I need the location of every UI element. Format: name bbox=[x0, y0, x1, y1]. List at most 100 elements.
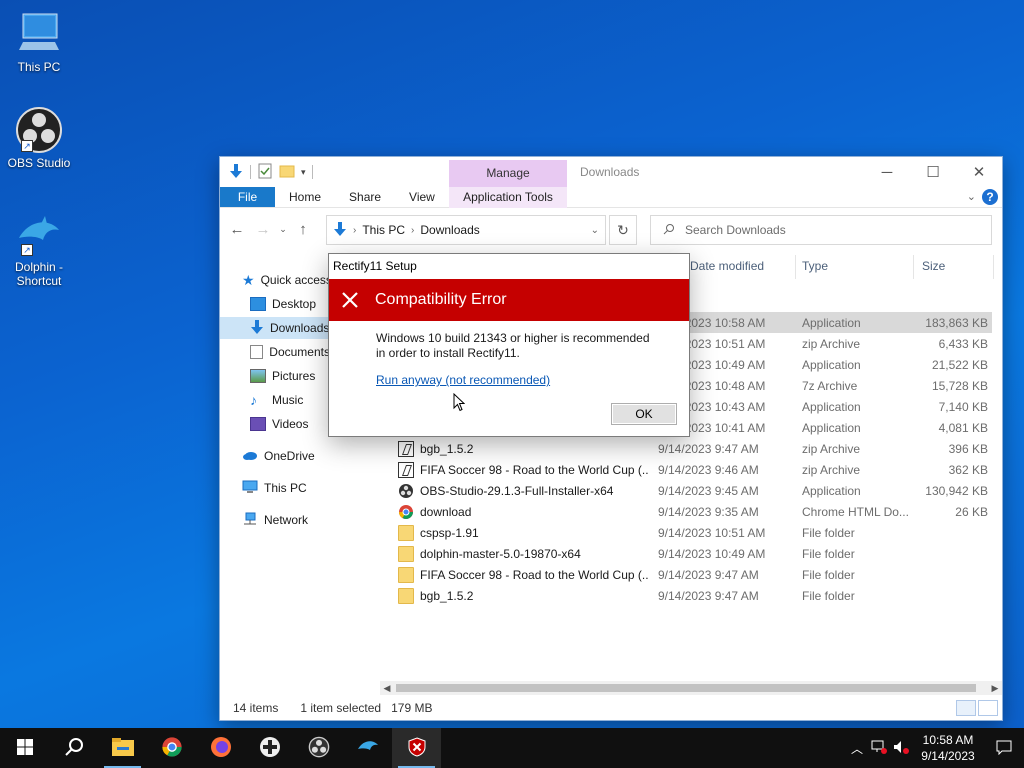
star-icon: ★ bbox=[242, 271, 255, 288]
taskbar-file-explorer[interactable] bbox=[98, 728, 147, 768]
tab-view[interactable]: View bbox=[395, 187, 449, 207]
network-icon bbox=[242, 512, 258, 529]
start-button[interactable] bbox=[0, 728, 49, 768]
down-arrow-icon[interactable] bbox=[228, 163, 244, 182]
tab-manage[interactable]: Manage bbox=[449, 160, 567, 187]
table-row[interactable]: download 9/14/2023 9:35 AM Chrome HTML D… bbox=[392, 501, 992, 522]
gamepad-icon bbox=[259, 736, 281, 761]
search-button[interactable] bbox=[49, 728, 98, 768]
window-controls: ─ ☐ ✕ bbox=[864, 157, 1002, 187]
dialog-body: Windows 10 build 21343 or higher is reco… bbox=[329, 321, 659, 388]
view-toggle bbox=[956, 700, 998, 716]
obs-studio-icon bbox=[308, 736, 330, 761]
show-hidden-icons-icon[interactable]: ︿ bbox=[846, 740, 868, 757]
expand-ribbon-icon[interactable]: ⌄ bbox=[967, 190, 976, 203]
breadcrumb-downloads[interactable]: Downloads bbox=[420, 223, 479, 237]
address-bar[interactable]: › This PC › Downloads ⌄ bbox=[326, 215, 606, 245]
properties-icon[interactable] bbox=[257, 163, 273, 182]
desktop-icon-label: OBS Studio bbox=[7, 156, 71, 170]
minimize-icon[interactable]: ─ bbox=[864, 157, 910, 187]
nav-music[interactable]: ♪ Music bbox=[250, 389, 303, 411]
column-header-size[interactable]: Size bbox=[922, 257, 945, 279]
computer-icon bbox=[242, 480, 258, 497]
shortcut-arrow-icon: ↗ bbox=[21, 140, 33, 152]
desktop-icon-obs-studio[interactable]: ↗ OBS Studio bbox=[1, 106, 77, 170]
taskbar: ︿ 10:58 AM 9/14/2023 bbox=[0, 728, 1024, 768]
table-row[interactable]: cspsp-1.91 9/14/2023 10:51 AM File folde… bbox=[392, 522, 992, 543]
clock-date: 9/14/2023 bbox=[921, 749, 975, 763]
table-row[interactable]: FIFA Soccer 98 - Road to the World Cup (… bbox=[392, 564, 992, 585]
search-input[interactable]: Search Downloads bbox=[650, 215, 992, 245]
chrome-icon bbox=[161, 736, 183, 761]
taskbar-gamepad-app[interactable] bbox=[245, 728, 294, 768]
volume-muted-icon[interactable] bbox=[890, 740, 912, 757]
status-bar: 14 items 1 item selected 179 MB bbox=[220, 696, 1002, 720]
nav-pictures[interactable]: Pictures bbox=[250, 365, 315, 387]
back-icon[interactable]: ← bbox=[226, 221, 248, 238]
scrollbar-thumb[interactable] bbox=[396, 684, 976, 692]
nav-this-pc[interactable]: This PC bbox=[242, 477, 307, 499]
nav-quick-access[interactable]: ★ Quick access bbox=[242, 269, 332, 291]
ok-button[interactable]: OK bbox=[611, 403, 677, 425]
breadcrumb-separator-icon: › bbox=[353, 224, 357, 236]
help-icon[interactable]: ? bbox=[982, 189, 998, 205]
address-dropdown-icon[interactable]: ⌄ bbox=[591, 225, 599, 236]
nav-network[interactable]: Network bbox=[242, 509, 308, 531]
dialog-message: Windows 10 build 21343 or higher is reco… bbox=[376, 331, 650, 360]
nav-desktop[interactable]: Desktop bbox=[250, 293, 316, 315]
horizontal-scrollbar[interactable]: ◀ ▶ bbox=[380, 681, 1002, 695]
taskbar-chrome[interactable] bbox=[147, 728, 196, 768]
rectify11-icon bbox=[407, 736, 427, 760]
tab-application-tools[interactable]: Application Tools bbox=[449, 187, 567, 208]
tab-share[interactable]: Share bbox=[335, 187, 395, 207]
taskbar-firefox[interactable] bbox=[196, 728, 245, 768]
scroll-left-icon[interactable]: ◀ bbox=[380, 681, 394, 695]
clock[interactable]: 10:58 AM 9/14/2023 bbox=[912, 732, 984, 764]
scroll-right-icon[interactable]: ▶ bbox=[988, 681, 1002, 695]
close-icon[interactable]: ✕ bbox=[956, 157, 1002, 187]
taskbar-obs[interactable] bbox=[294, 728, 343, 768]
table-row[interactable]: bgb_1.5.2 9/14/2023 9:47 AM File folder bbox=[392, 585, 992, 606]
details-view-icon[interactable] bbox=[956, 700, 976, 716]
pictures-icon bbox=[250, 369, 266, 383]
table-row[interactable]: FIFA Soccer 98 - Road to the World Cup (… bbox=[392, 459, 992, 480]
breadcrumb-this-pc[interactable]: This PC bbox=[362, 223, 405, 237]
refresh-button[interactable]: ↻ bbox=[609, 215, 637, 245]
mouse-cursor-icon bbox=[453, 392, 466, 415]
nav-downloads[interactable]: Downloads bbox=[220, 317, 332, 339]
taskbar-rectify11-setup[interactable] bbox=[392, 728, 441, 768]
tab-file[interactable]: File bbox=[220, 187, 275, 207]
large-icons-view-icon[interactable] bbox=[978, 700, 998, 716]
customize-toolbar-icon[interactable]: ▾ bbox=[301, 167, 306, 178]
column-header-date[interactable]: Date modified bbox=[690, 257, 764, 279]
search-icon bbox=[663, 223, 675, 238]
table-row[interactable]: dolphin-master-5.0-19870-x64 9/14/2023 1… bbox=[392, 543, 992, 564]
this-pc-icon bbox=[15, 10, 63, 58]
clock-time: 10:58 AM bbox=[922, 733, 974, 747]
maximize-icon[interactable]: ☐ bbox=[910, 157, 956, 187]
downloads-folder-icon bbox=[333, 221, 347, 240]
nav-videos[interactable]: Videos bbox=[250, 413, 308, 435]
table-row[interactable]: bgb_1.5.2 9/14/2023 9:47 AM zip Archive … bbox=[392, 438, 992, 459]
error-heading: Compatibility Error bbox=[375, 291, 507, 308]
column-header-type[interactable]: Type bbox=[802, 257, 828, 279]
desktop-icon-dolphin[interactable]: ↗ Dolphin - Shortcut bbox=[1, 210, 77, 288]
chrome-icon bbox=[398, 504, 414, 520]
downloads-icon bbox=[250, 319, 264, 338]
folder-icon bbox=[398, 566, 414, 583]
desktop-icon-this-pc[interactable]: This PC bbox=[1, 10, 77, 74]
music-icon: ♪ bbox=[250, 392, 257, 408]
tab-home[interactable]: Home bbox=[275, 187, 335, 207]
new-folder-icon[interactable] bbox=[279, 163, 295, 182]
recent-locations-icon[interactable]: ⌄ bbox=[278, 224, 288, 235]
nav-documents[interactable]: Documents bbox=[250, 341, 330, 363]
table-row[interactable]: OBS-Studio-29.1.3-Full-Installer-x64 9/1… bbox=[392, 480, 992, 501]
forward-icon[interactable]: → bbox=[252, 221, 274, 238]
nav-onedrive[interactable]: OneDrive bbox=[242, 445, 315, 467]
network-status-icon[interactable] bbox=[868, 740, 890, 757]
shortcut-arrow-icon: ↗ bbox=[21, 244, 33, 256]
notifications-icon[interactable] bbox=[984, 739, 1024, 758]
taskbar-dolphin[interactable] bbox=[343, 728, 392, 768]
up-icon[interactable]: ↑ bbox=[292, 221, 314, 238]
run-anyway-link[interactable]: Run anyway (not recommended) bbox=[376, 373, 659, 388]
